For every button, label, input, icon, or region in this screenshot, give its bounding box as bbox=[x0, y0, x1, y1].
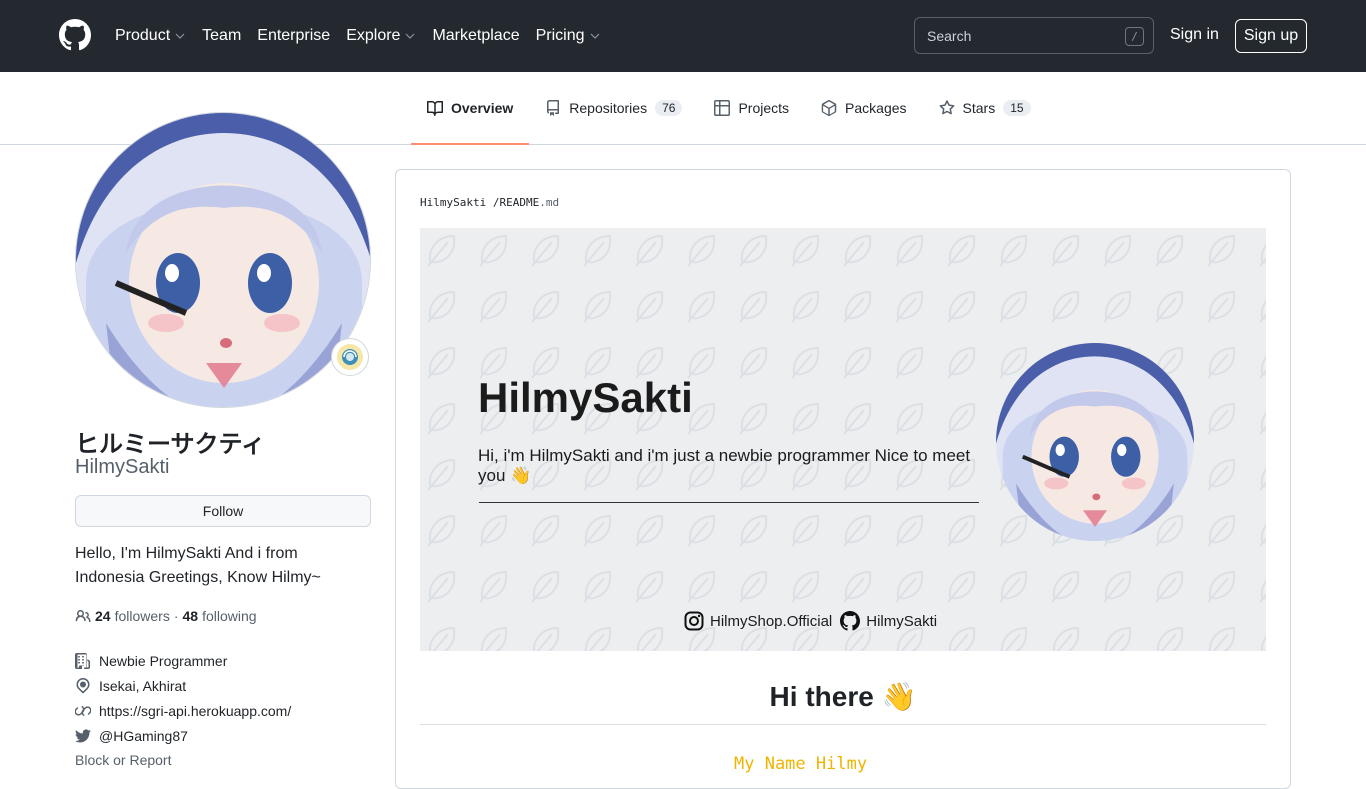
readme-file-link[interactable]: README bbox=[499, 196, 539, 209]
readme-heading: Hi there 👋 bbox=[769, 681, 917, 712]
site-header: Product Team Enterprise Explore Marketpl… bbox=[0, 0, 1366, 72]
status-emoji-button[interactable] bbox=[331, 338, 369, 376]
following-count[interactable]: 48 bbox=[183, 608, 199, 624]
profile-tabs: Overview Repositories 76 Projects Packag… bbox=[411, 72, 1047, 145]
package-icon bbox=[821, 100, 837, 116]
github-icon bbox=[840, 611, 861, 631]
block-or-report-link[interactable]: Block or Report bbox=[75, 752, 171, 768]
tab-overview[interactable]: Overview bbox=[411, 72, 530, 145]
profile-username: HilmySakti bbox=[75, 456, 170, 478]
banner-subtitle: Hi, i'm HilmySakti and i'm just a newbie… bbox=[478, 446, 971, 485]
detail-website: https://sgri-api.herokuapp.com/ bbox=[75, 698, 291, 723]
status-emoji-icon bbox=[337, 344, 363, 370]
repositories-count-badge: 76 bbox=[655, 100, 683, 116]
table-icon bbox=[714, 100, 731, 116]
profile-readme: HilmySakti /README.md HilmySakti Hi, i'm… bbox=[395, 169, 1291, 789]
typing-text-image: My Name Hilmy bbox=[734, 754, 868, 774]
banner-avatar bbox=[996, 343, 1194, 541]
sign-up-button[interactable]: Sign up bbox=[1235, 19, 1307, 53]
chevron-down-icon bbox=[590, 33, 599, 39]
tab-label: Projects bbox=[738, 100, 790, 116]
star-icon bbox=[939, 100, 954, 115]
profile-details-list: Newbie Programmer Isekai, Akhirat https:… bbox=[75, 648, 291, 748]
tab-label: Repositories bbox=[569, 100, 648, 116]
nav-product[interactable]: Product bbox=[115, 27, 186, 45]
follow-button[interactable]: Follow bbox=[75, 495, 371, 527]
heading-divider bbox=[420, 724, 1266, 725]
tab-stars[interactable]: Stars 15 bbox=[923, 72, 1047, 144]
readme-user-link[interactable]: HilmySakti bbox=[420, 196, 486, 209]
avatar[interactable] bbox=[75, 112, 371, 408]
banner-social-links: HilmyShop.Official HilmySakti bbox=[684, 611, 945, 631]
profile-bio: Hello, I'm HilmySakti And i from Indones… bbox=[75, 545, 321, 586]
website-link[interactable]: https://sgri-api.herokuapp.com/ bbox=[99, 703, 291, 719]
repo-icon bbox=[547, 100, 560, 116]
banner-avatar-illustration bbox=[996, 343, 1194, 541]
stars-count-badge: 15 bbox=[1003, 100, 1031, 116]
instagram-handle: HilmyShop.Official bbox=[710, 612, 833, 630]
nav-label: Pricing bbox=[535, 27, 585, 44]
nav-label: Explore bbox=[346, 27, 401, 44]
nav-label: Enterprise bbox=[257, 27, 331, 44]
detail-location: Isekai, Akhirat bbox=[75, 673, 291, 698]
tab-repositories[interactable]: Repositories 76 bbox=[529, 72, 698, 144]
nav-label: Team bbox=[202, 27, 242, 44]
detail-company: Newbie Programmer bbox=[75, 648, 291, 673]
twitter-icon bbox=[75, 729, 91, 743]
github-handle: HilmySakti bbox=[866, 612, 938, 630]
main-nav: Product Team Enterprise Explore Marketpl… bbox=[115, 0, 617, 72]
twitter-link[interactable]: @HGaming87 bbox=[99, 728, 188, 744]
nav-label: Product bbox=[115, 27, 171, 44]
followers-link[interactable]: followers bbox=[115, 608, 170, 624]
chevron-down-icon bbox=[406, 33, 415, 39]
people-icon bbox=[75, 610, 91, 623]
nav-pricing[interactable]: Pricing bbox=[536, 27, 601, 45]
avatar-anime-illustration bbox=[76, 113, 370, 407]
banner-title: HilmySakti bbox=[478, 374, 693, 421]
search-shortcut-hint: / bbox=[1125, 27, 1144, 46]
chevron-down-icon bbox=[175, 33, 185, 39]
follow-separator: · bbox=[173, 608, 179, 624]
readme-breadcrumb: HilmySakti /README.md bbox=[420, 196, 559, 209]
company-text: Newbie Programmer bbox=[99, 652, 228, 669]
instagram-icon bbox=[684, 611, 704, 631]
nav-explore[interactable]: Explore bbox=[346, 27, 416, 45]
github-logo-icon[interactable] bbox=[59, 19, 91, 51]
tab-label: Stars bbox=[962, 100, 996, 116]
search-box: / bbox=[914, 17, 1154, 54]
search-input[interactable] bbox=[915, 18, 1153, 53]
tab-label: Overview bbox=[451, 99, 514, 116]
nav-enterprise[interactable]: Enterprise bbox=[257, 27, 330, 45]
detail-twitter: @HGaming87 bbox=[75, 723, 291, 748]
nav-marketplace[interactable]: Marketplace bbox=[432, 27, 519, 45]
link-icon bbox=[75, 705, 91, 716]
banner-divider bbox=[479, 502, 979, 503]
profile-avatar-container bbox=[75, 112, 371, 408]
follow-stats: 24 followers · 48 following bbox=[75, 608, 257, 624]
location-text: Isekai, Akhirat bbox=[99, 677, 187, 694]
tab-packages[interactable]: Packages bbox=[805, 72, 922, 144]
nav-team[interactable]: Team bbox=[202, 27, 241, 45]
book-icon bbox=[427, 100, 443, 116]
following-link[interactable]: following bbox=[202, 608, 256, 624]
sign-in-link[interactable]: Sign in bbox=[1170, 26, 1219, 44]
tab-projects[interactable]: Projects bbox=[698, 72, 805, 144]
nav-label: Marketplace bbox=[432, 27, 520, 44]
readme-banner-image: HilmySakti Hi, i'm HilmySakti and i'm ju… bbox=[420, 228, 1266, 651]
tab-label: Packages bbox=[845, 100, 907, 116]
organization-icon bbox=[75, 652, 90, 669]
location-icon bbox=[76, 677, 90, 693]
profile-full-name: ヒルミーサクティ bbox=[75, 430, 266, 458]
followers-count[interactable]: 24 bbox=[95, 608, 111, 624]
readme-file-extension: .md bbox=[539, 196, 560, 209]
